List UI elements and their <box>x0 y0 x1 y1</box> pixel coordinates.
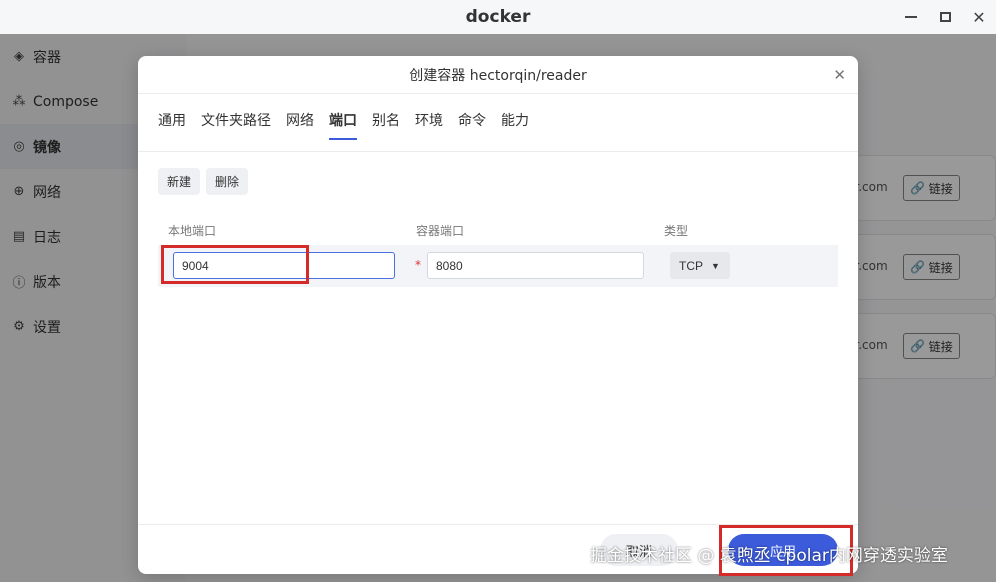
close-window-button[interactable]: ✕ <box>962 0 996 34</box>
port-row: 9004 * 8080 TCP ▼ <box>158 245 838 287</box>
column-header-container-port: 容器端口 <box>416 224 465 238</box>
create-container-dialog: 创建容器 hectorqin/reader ✕ 通用 文件夹路径 网络 端口 别… <box>138 56 858 574</box>
column-header-type: 类型 <box>664 224 689 238</box>
protocol-select-value: TCP <box>679 258 703 273</box>
window-title: docker <box>465 7 531 27</box>
tab-folder-path[interactable]: 文件夹路径 <box>201 110 271 140</box>
close-icon: ✕ <box>972 7 986 27</box>
tabs-divider <box>138 151 858 152</box>
port-actions: 新建 删除 <box>158 168 254 195</box>
tab-environment[interactable]: 环境 <box>415 110 443 140</box>
maximize-icon <box>939 12 951 22</box>
dialog-header: 创建容器 hectorqin/reader ✕ <box>138 56 858 94</box>
container-port-input[interactable]: 8080 <box>427 252 644 279</box>
close-icon[interactable]: ✕ <box>833 66 846 84</box>
footer-divider <box>138 524 858 525</box>
dialog-tabs: 通用 文件夹路径 网络 端口 别名 环境 命令 能力 <box>158 110 544 140</box>
dialog-title: 创建容器 hectorqin/reader <box>409 67 587 84</box>
protocol-select[interactable]: TCP ▼ <box>670 252 730 279</box>
local-port-input[interactable]: 9004 <box>173 252 395 279</box>
tab-command[interactable]: 命令 <box>458 110 486 140</box>
tab-capabilities[interactable]: 能力 <box>501 110 529 140</box>
new-port-button[interactable]: 新建 <box>158 168 201 195</box>
tab-network[interactable]: 网络 <box>286 110 314 140</box>
window-titlebar: docker ✕ <box>0 0 996 34</box>
tab-alias[interactable]: 别名 <box>372 110 400 140</box>
watermark: 掘金技术社区 @ 袁煦丞 cpolar内网穿透实验室 <box>590 546 948 566</box>
tab-general[interactable]: 通用 <box>158 110 186 140</box>
window-controls: ✕ <box>894 0 996 34</box>
tab-ports[interactable]: 端口 <box>329 110 357 140</box>
column-header-local-port: 本地端口 <box>168 224 217 238</box>
maximize-button[interactable] <box>928 0 962 34</box>
minimize-icon <box>905 16 917 18</box>
required-mark: * <box>415 258 421 272</box>
minimize-button[interactable] <box>894 0 928 34</box>
caret-down-icon: ▼ <box>711 260 720 271</box>
delete-port-button[interactable]: 删除 <box>206 168 249 195</box>
